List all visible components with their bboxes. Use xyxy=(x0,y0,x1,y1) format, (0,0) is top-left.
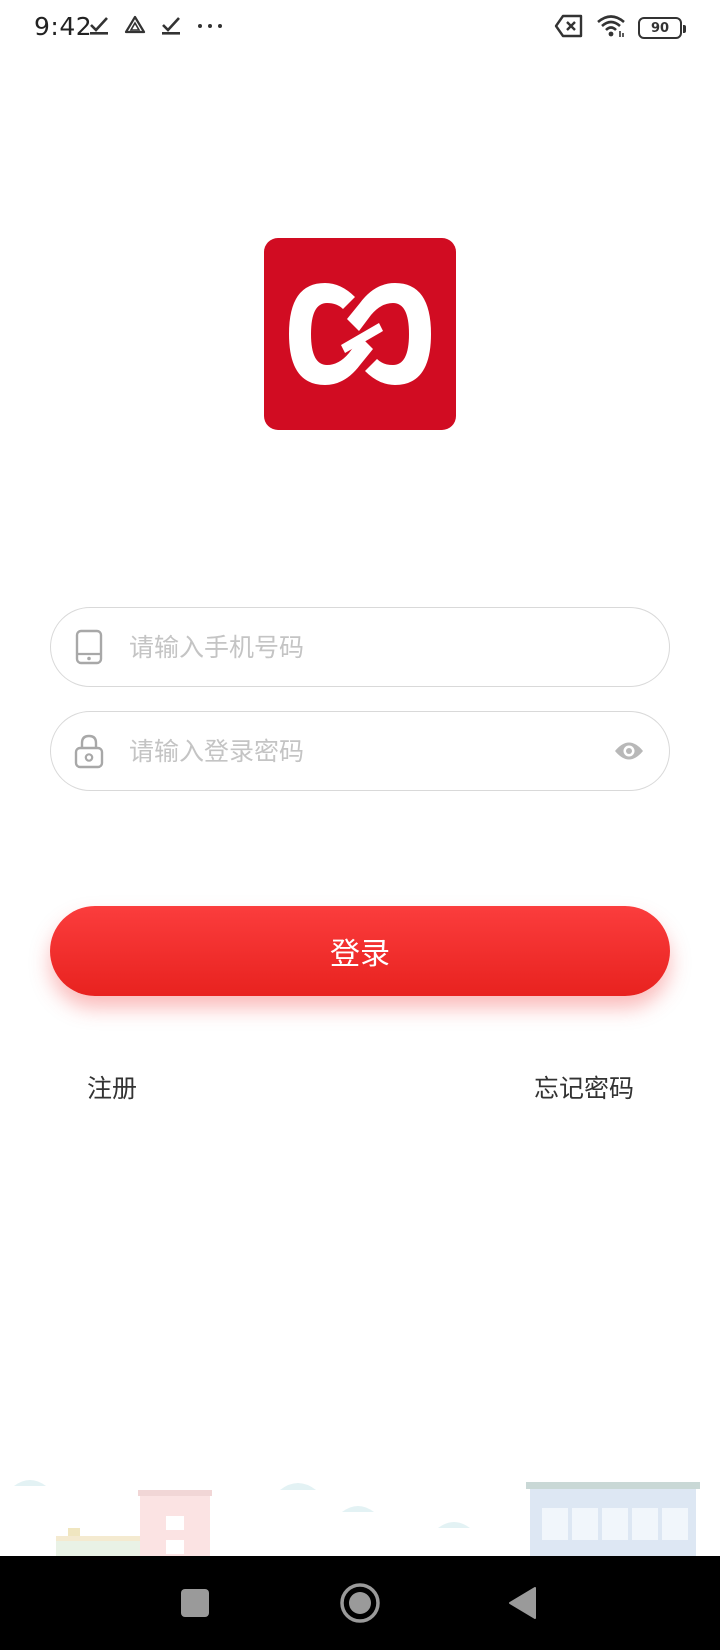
more-dots-icon xyxy=(196,14,224,36)
circle-icon xyxy=(340,1583,380,1623)
back-triangle-icon xyxy=(509,1587,536,1619)
check-icon xyxy=(88,14,110,36)
navigation-bar xyxy=(0,1556,720,1650)
status-time: 9:42 xyxy=(34,12,93,41)
phone-icon xyxy=(71,629,107,665)
phone-number-input[interactable] xyxy=(107,608,669,686)
phone-input-row xyxy=(50,607,670,687)
login-button[interactable]: 登录 xyxy=(50,906,670,996)
status-bar: 9:42 90 xyxy=(0,0,720,56)
password-input[interactable] xyxy=(107,712,609,790)
no-sim-icon xyxy=(554,14,584,42)
battery-icon: 90 xyxy=(638,17,686,39)
chain-link-logo-icon xyxy=(289,283,431,385)
home-button[interactable] xyxy=(320,1556,400,1650)
register-link[interactable]: 注册 xyxy=(87,1069,137,1105)
recents-button[interactable] xyxy=(155,1556,235,1650)
password-input-row xyxy=(50,711,670,791)
eye-icon[interactable] xyxy=(609,733,649,769)
square-icon xyxy=(181,1589,209,1617)
lock-icon xyxy=(71,733,107,769)
back-button[interactable] xyxy=(482,1556,562,1650)
city-illustration xyxy=(14,1480,700,1556)
app-logo xyxy=(264,238,456,430)
status-right-icons: 90 xyxy=(554,13,686,43)
battery-level: 90 xyxy=(650,20,670,36)
drive-icon xyxy=(124,14,146,36)
check-icon xyxy=(160,14,182,36)
wifi-icon xyxy=(596,13,626,43)
forgot-password-link[interactable]: 忘记密码 xyxy=(534,1069,634,1105)
status-left-icons xyxy=(88,14,224,36)
